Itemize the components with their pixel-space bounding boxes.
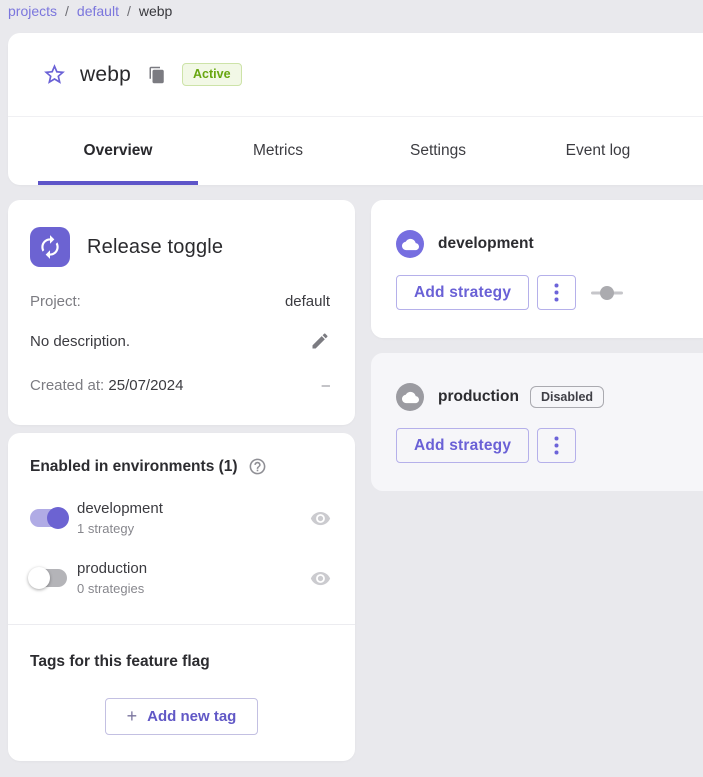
environments-card: Enabled in environments (1) development … [8, 433, 355, 761]
cloud-environment-icon [396, 230, 424, 258]
environment-panel-production: production Disabled Add strategy [371, 353, 703, 491]
environment-texts: development 1 strategy [77, 500, 163, 536]
add-strategy-button[interactable]: Add strategy [396, 428, 529, 463]
project-value: default [285, 293, 330, 310]
environment-row-development: development 1 strategy [8, 500, 355, 536]
project-row: Project: default [30, 293, 330, 310]
more-options-kebab-button[interactable] [537, 428, 576, 463]
environment-row-production: production 0 strategies [8, 560, 355, 596]
created-value: 25/07/2024 [108, 377, 183, 394]
add-strategy-button[interactable]: Add strategy [396, 275, 529, 310]
panel-header: production Disabled [396, 383, 703, 411]
breadcrumb-link-default[interactable]: default [77, 3, 119, 19]
breadcrumb: projects / default / webp [0, 0, 703, 19]
created-row: Created at: 25/07/2024 – [30, 377, 330, 394]
environments-title: Enabled in environments (1) [30, 458, 238, 476]
tab-label: Settings [410, 142, 466, 160]
add-new-tag-button[interactable]: + Add new tag [105, 698, 258, 735]
toggle-thumb [47, 507, 69, 529]
favorite-star-icon[interactable] [42, 62, 67, 87]
release-toggle-icon [30, 227, 70, 267]
add-tag-label: Add new tag [147, 708, 236, 725]
main-content: Release toggle Project: default No descr… [8, 200, 703, 761]
environment-panel-development: development Add strategy [371, 200, 703, 338]
panel-header: development [396, 230, 703, 258]
page: projects / default / webp webp Active Ov… [0, 0, 703, 777]
rollout-slider-icon [591, 285, 623, 301]
tab-label: Metrics [253, 142, 303, 160]
more-options-kebab-button[interactable] [537, 275, 576, 310]
visibility-eye-icon[interactable] [310, 568, 331, 589]
environment-panel-name: production [438, 388, 519, 406]
feature-header-card: webp Active Overview Metrics Settings Ev… [8, 33, 703, 185]
breadcrumb-separator: / [65, 3, 69, 19]
toggle-thumb [28, 567, 50, 589]
flag-type-row: Release toggle [30, 227, 330, 267]
environments-heading-row: Enabled in environments (1) [8, 457, 355, 476]
tab-label: Overview [84, 142, 153, 160]
environment-strategy-count: 0 strategies [77, 581, 147, 596]
tags-section-title: Tags for this feature flag [8, 653, 355, 671]
created-label: Created at: [30, 377, 104, 394]
environment-name: production [77, 560, 147, 577]
environment-name: development [77, 500, 163, 517]
project-label: Project: [30, 293, 81, 310]
tab-overview[interactable]: Overview [38, 117, 198, 185]
environment-toggle-production[interactable] [30, 569, 67, 587]
tab-settings[interactable]: Settings [358, 117, 518, 185]
cloud-environment-icon [396, 383, 424, 411]
status-badge: Active [182, 63, 242, 86]
tab-bar: Overview Metrics Settings Event log [8, 117, 703, 185]
left-column: Release toggle Project: default No descr… [8, 200, 355, 761]
flag-details-card: Release toggle Project: default No descr… [8, 200, 355, 425]
breadcrumb-current: webp [139, 3, 172, 19]
environment-toggle-development[interactable] [30, 509, 67, 527]
last-seen-empty-value: – [322, 377, 330, 394]
flag-type-title: Release toggle [87, 236, 223, 259]
description-text: No description. [30, 333, 130, 350]
breadcrumb-separator: / [127, 3, 131, 19]
environment-texts: production 0 strategies [77, 560, 147, 596]
description-row: No description. [30, 331, 330, 351]
environment-strategy-count: 1 strategy [77, 521, 163, 536]
feature-title-row: webp Active [8, 33, 703, 116]
card-divider [8, 624, 355, 625]
copy-name-icon[interactable] [148, 66, 166, 84]
breadcrumb-link-projects[interactable]: projects [8, 3, 57, 19]
environment-panel-name: development [438, 235, 534, 253]
tab-event-log[interactable]: Event log [518, 117, 678, 185]
disabled-chip: Disabled [530, 386, 604, 409]
visibility-eye-icon[interactable] [310, 508, 331, 529]
help-icon[interactable] [248, 457, 267, 476]
tab-metrics[interactable]: Metrics [198, 117, 358, 185]
page-title: webp [80, 63, 131, 87]
right-column: development Add strategy [371, 200, 703, 491]
tab-label: Event log [566, 142, 631, 160]
plus-icon: + [127, 706, 138, 727]
edit-description-icon[interactable] [310, 331, 330, 351]
panel-actions: Add strategy [396, 428, 703, 463]
panel-actions: Add strategy [396, 275, 703, 310]
